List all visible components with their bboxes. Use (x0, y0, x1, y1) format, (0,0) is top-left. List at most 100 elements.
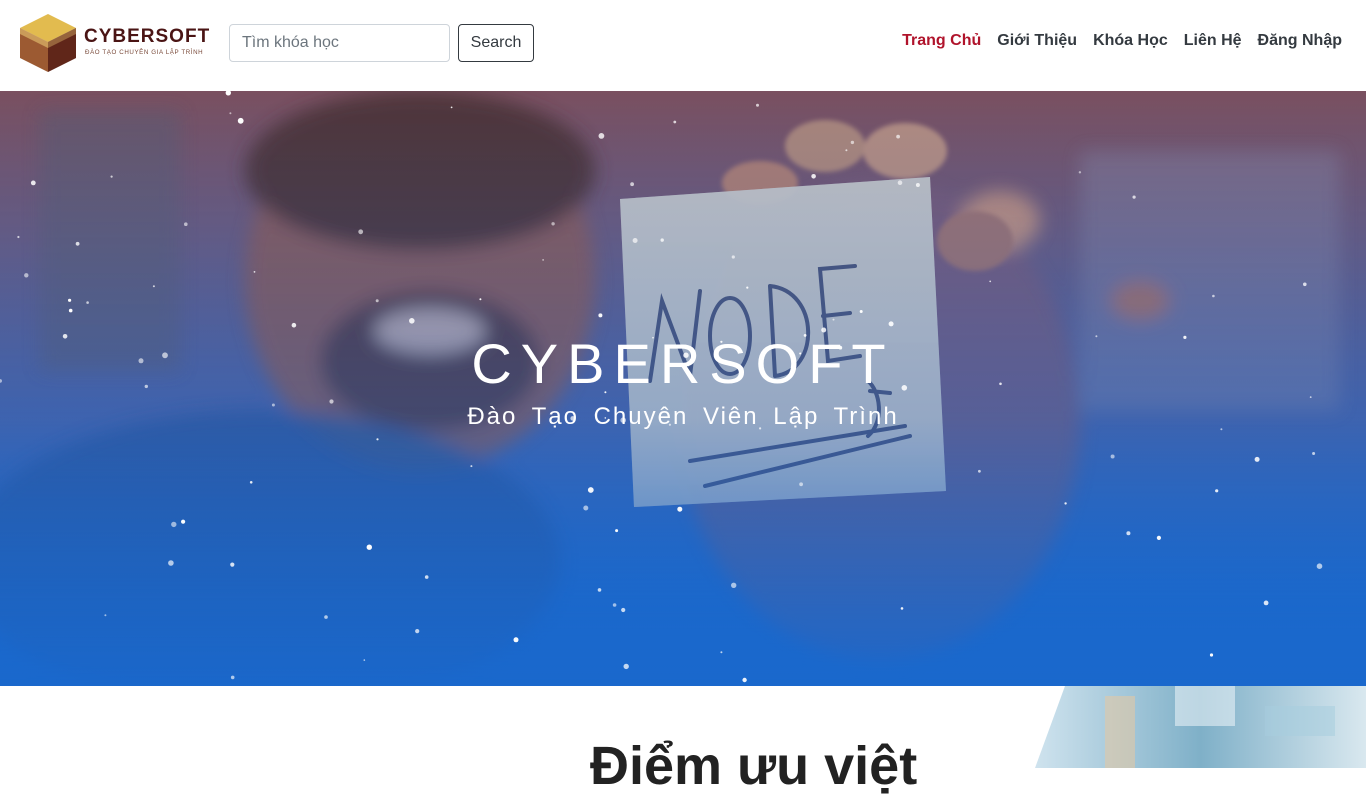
snow-particle (24, 273, 29, 278)
snow-particle (513, 637, 519, 643)
search-input[interactable] (229, 24, 450, 62)
snow-particle (756, 103, 759, 107)
nav-item-about[interactable]: Giới Thiệu (997, 32, 1077, 50)
snow-particle (470, 465, 473, 468)
snow-particle (68, 308, 73, 313)
snow-particle (598, 133, 605, 139)
snow-particle (587, 487, 594, 493)
snow-particle (86, 301, 89, 304)
main-nav: Trang Chủ Giới Thiệu Khóa Học Liên Hệ Đă… (902, 32, 1342, 50)
snow-particle (237, 117, 244, 124)
snow-particle (75, 241, 80, 246)
snow-particle (598, 313, 603, 318)
snow-particle (746, 286, 749, 289)
snow-particle (479, 298, 482, 301)
hero-subtitle: Đào Tạo Chuyên Viên Lập Trình (467, 403, 899, 430)
snow-particle (363, 659, 366, 661)
snow-particle (811, 174, 816, 179)
brand-tagline: ĐÀO TẠO CHUYÊN GIA LẬP TRÌNH (85, 49, 204, 56)
snow-particle (1156, 535, 1161, 540)
snow-particle (1209, 653, 1214, 657)
snow-particle (376, 438, 379, 441)
snow-particle (850, 140, 855, 145)
snow-particle (660, 238, 664, 242)
snow-particle (181, 519, 186, 524)
snow-particle (799, 482, 803, 487)
snow-particle (424, 575, 429, 579)
navbar: CYBERSOFT ĐÀO TẠO CHUYÊN GIA LẬP TRÌNH S… (0, 0, 1366, 91)
hero-title: CYBERSOFT (471, 332, 895, 395)
snow-particle (615, 529, 619, 533)
snow-particle (253, 271, 256, 273)
snow-particle (1312, 452, 1316, 455)
hero-banner: CYBERSOFT Đào Tạo Chuyên Viên Lập Trình (0, 91, 1366, 686)
section-image (1035, 686, 1366, 768)
snow-particle (1316, 563, 1323, 569)
snow-particle (184, 222, 188, 226)
snow-particle (324, 615, 328, 619)
snow-particle (1212, 294, 1215, 298)
snow-particle (897, 180, 903, 185)
snow-particle (229, 112, 232, 115)
snow-particle (1303, 282, 1307, 287)
snow-particle (1110, 454, 1115, 459)
snow-particle (171, 521, 177, 528)
gold-cube-icon (20, 14, 76, 72)
snow-particle (104, 614, 107, 617)
nav-item-courses[interactable]: Khóa Học (1093, 32, 1168, 50)
snow-particle (450, 106, 453, 109)
nav-item-login[interactable]: Đăng Nhập (1258, 32, 1342, 50)
snow-particle (409, 318, 415, 324)
snow-particle (110, 175, 113, 178)
snow-particle (17, 235, 20, 239)
snow-particle (731, 255, 735, 259)
snow-particle (978, 469, 981, 473)
search-button[interactable]: Search (458, 24, 534, 62)
snow-particle (632, 238, 638, 243)
snow-particle (845, 149, 848, 152)
snow-particle (1263, 600, 1269, 606)
snow-particle (30, 180, 36, 186)
snow-particle (597, 588, 602, 592)
snow-particle (1132, 195, 1136, 199)
snow-particle (291, 322, 297, 328)
snow-particle (358, 229, 364, 235)
brand-name: CYBERSOFT (84, 26, 211, 47)
snow-particle (673, 120, 677, 124)
snow-particle (1126, 531, 1131, 536)
snow-particle (630, 182, 634, 187)
brand-logo[interactable]: CYBERSOFT ĐÀO TẠO CHUYÊN GIA LẬP TRÌNH (18, 12, 218, 76)
snow-particle (731, 582, 737, 588)
snow-particle (621, 607, 626, 613)
snow-particle (1064, 502, 1067, 505)
snow-particle (230, 562, 235, 567)
snow-particle (677, 506, 683, 512)
snow-particle (249, 481, 253, 484)
snow-particle (896, 134, 900, 139)
snow-particle (900, 607, 904, 610)
snow-particle (230, 675, 235, 680)
snow-particle (612, 603, 617, 607)
snow-particle (623, 663, 629, 670)
snow-particle (68, 298, 72, 302)
snow-particle (583, 505, 589, 511)
snow-particle (375, 299, 379, 303)
snow-particle (888, 321, 894, 327)
snow-particle (720, 651, 723, 654)
snow-particle (1215, 489, 1219, 493)
snow-particle (989, 280, 992, 283)
snow-particle (366, 544, 372, 550)
nav-item-home[interactable]: Trang Chủ (902, 32, 981, 50)
snow-particle (859, 310, 863, 313)
snow-particle (152, 285, 155, 288)
snow-particle (168, 560, 174, 566)
snow-particle (742, 677, 747, 683)
section-heading: Điểm ưu việt (590, 736, 918, 796)
snow-particle (415, 629, 420, 634)
snow-particle (915, 183, 920, 187)
nav-item-contact[interactable]: Liên Hệ (1184, 32, 1242, 50)
snow-particle (1078, 171, 1082, 174)
snow-particle (542, 259, 544, 261)
snow-particle (551, 222, 555, 226)
snow-particle (832, 318, 835, 321)
